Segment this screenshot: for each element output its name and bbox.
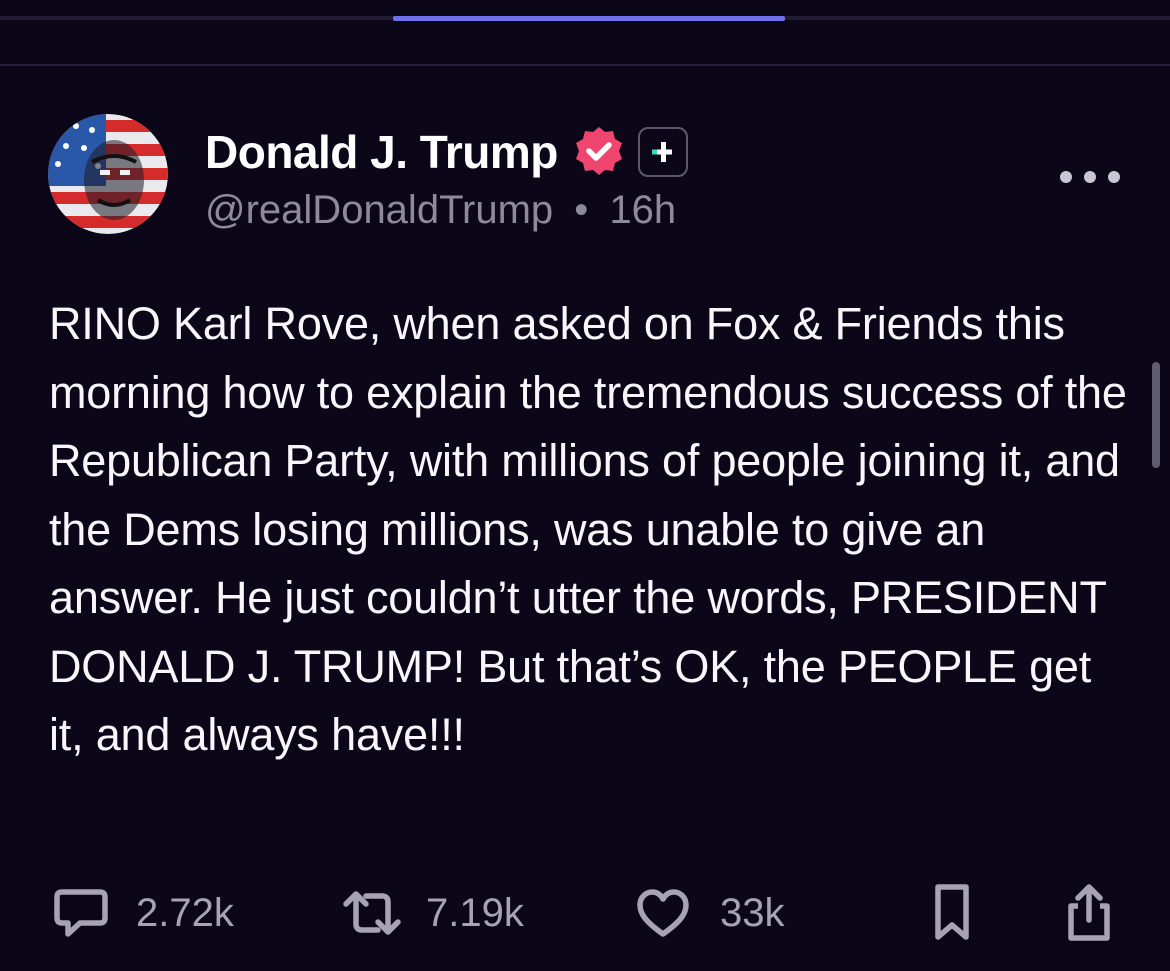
like-count: 33k <box>720 891 785 935</box>
reply-count: 2.72k <box>136 891 234 935</box>
tab-active-indicator[interactable] <box>393 16 785 21</box>
bookmark-button[interactable] <box>932 880 972 946</box>
reply-icon <box>54 889 108 937</box>
share-button[interactable] <box>1064 880 1114 946</box>
post-text: RINO Karl Rove, when asked on Fox & Frie… <box>49 298 1127 760</box>
share-icon <box>1068 884 1110 941</box>
plus-icon <box>651 142 672 162</box>
scrollbar[interactable] <box>1152 362 1160 468</box>
header-divider <box>0 64 1170 66</box>
author-meta: @realDonaldTrump • 16h <box>205 184 676 236</box>
plus-badge-icon <box>637 127 688 177</box>
author-name-row: Donald J. Trump <box>205 122 688 182</box>
heart-icon <box>637 889 689 937</box>
repost-icon <box>343 891 401 935</box>
post-time[interactable]: 16h <box>609 188 676 232</box>
meta-separator: • <box>574 188 589 232</box>
post-screen: Donald J. Trump @realDonaldTrump • 16h R… <box>0 0 1170 971</box>
author-handle[interactable]: @realDonaldTrump <box>205 188 553 232</box>
dot <box>1060 171 1072 183</box>
reply-button[interactable]: 2.72k <box>52 880 234 946</box>
repost-button[interactable]: 7.19k <box>340 880 524 946</box>
repost-count: 7.19k <box>426 891 524 935</box>
like-button[interactable]: 33k <box>636 880 785 946</box>
avatar-image <box>48 114 168 234</box>
bookmark-icon <box>935 884 969 940</box>
verified-badge-icon <box>575 127 622 175</box>
dot <box>1108 171 1120 183</box>
dot <box>1084 171 1096 183</box>
more-options-icon[interactable] <box>1060 160 1120 194</box>
author-display-name[interactable]: Donald J. Trump <box>205 123 558 181</box>
avatar[interactable] <box>48 114 168 234</box>
